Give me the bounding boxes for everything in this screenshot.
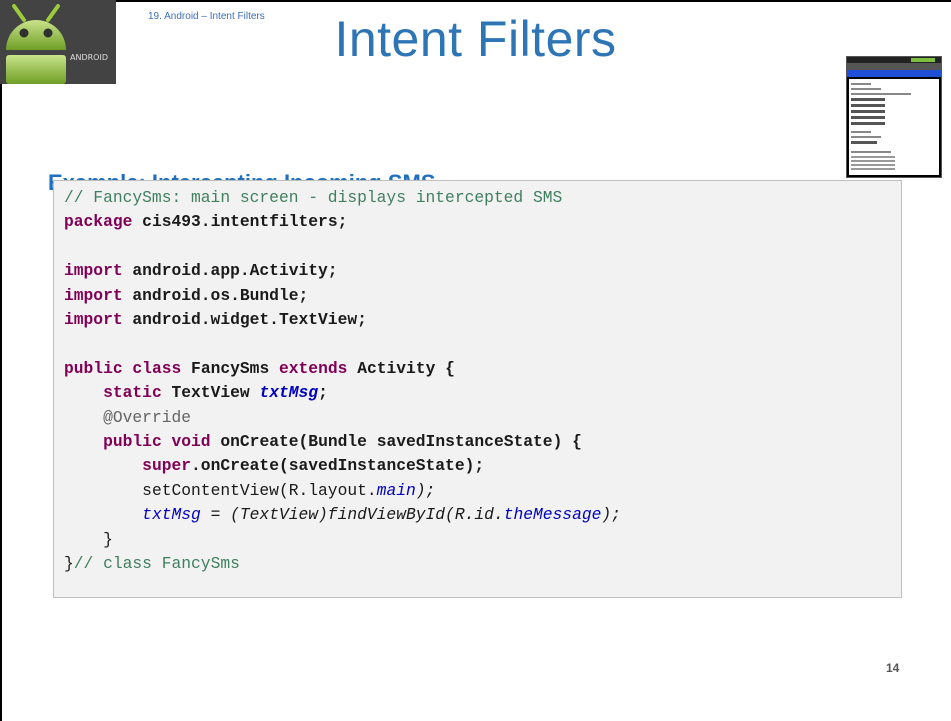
code-text: ); bbox=[415, 480, 436, 500]
code-text: ); bbox=[601, 505, 621, 525]
phone-header-bar bbox=[847, 70, 941, 77]
code-brace: } bbox=[64, 554, 74, 574]
phone-message-area bbox=[849, 79, 939, 175]
code-text: setContentView(R.layout. bbox=[142, 480, 377, 500]
code-text: ; bbox=[318, 383, 328, 403]
slide-top-border bbox=[0, 0, 951, 2]
code-comment: // FancySms: main screen - displays inte… bbox=[64, 188, 563, 207]
code-keyword: package bbox=[64, 212, 133, 232]
code-brace: } bbox=[103, 529, 113, 549]
code-text: .onCreate(savedInstanceState); bbox=[191, 456, 485, 476]
slide-left-border bbox=[0, 0, 2, 721]
code-keyword: public bbox=[103, 432, 162, 452]
code-keyword: import bbox=[64, 310, 123, 330]
code-listing: // FancySms: main screen - displays inte… bbox=[64, 186, 621, 577]
code-keyword: public bbox=[64, 358, 123, 378]
code-field: theMessage bbox=[503, 505, 602, 525]
code-field: txtMsg bbox=[142, 505, 201, 525]
code-type: TextView bbox=[171, 383, 250, 403]
code-text: = (TextView)findViewById(R.id. bbox=[200, 505, 504, 525]
code-keyword: static bbox=[103, 383, 162, 403]
code-field: main bbox=[376, 480, 416, 500]
code-keyword: import bbox=[64, 285, 123, 305]
code-annotation: @Override bbox=[103, 407, 192, 427]
phone-app-bar bbox=[847, 63, 941, 70]
code-text: android.widget.TextView; bbox=[122, 310, 367, 330]
code-keyword: super bbox=[142, 456, 192, 476]
code-field: txtMsg bbox=[259, 383, 319, 403]
code-text: onCreate(Bundle savedInstanceState) { bbox=[220, 432, 582, 452]
code-keyword: class bbox=[132, 358, 182, 378]
code-keyword: void bbox=[171, 432, 211, 452]
code-text: android.os.Bundle; bbox=[122, 285, 309, 305]
code-comment: // class FancySms bbox=[73, 554, 240, 574]
code-class-name: FancySms bbox=[191, 358, 270, 378]
code-text: Activity { bbox=[357, 358, 455, 378]
slide-title: Intent Filters bbox=[334, 11, 617, 67]
code-text: android.app.Activity; bbox=[122, 261, 338, 281]
code-keyword: extends bbox=[279, 358, 348, 378]
page-number: 14 bbox=[886, 661, 900, 675]
phone-screenshot-thumbnail bbox=[846, 56, 942, 178]
code-keyword: import bbox=[64, 261, 123, 281]
code-text: cis493.intentfilters; bbox=[132, 212, 348, 232]
